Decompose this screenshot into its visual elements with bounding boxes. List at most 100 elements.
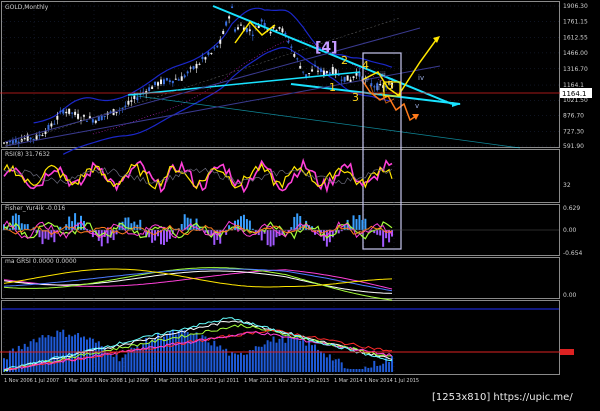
fisher-histogram-bar [15,213,17,230]
candle-body [231,6,233,7]
candle-body [71,113,73,114]
wave-label-2: 2 [341,54,348,67]
indicator4-histogram-bar [335,359,337,372]
candle-body [151,87,153,89]
indicator4-histogram-bar [56,331,58,372]
indicator4-histogram-bar [391,356,393,372]
time-axis: 1 Nov 20061 Jul 20071 Mar 20081 Nov 2008… [4,378,419,384]
indicator4-histogram-bar [127,351,129,372]
fisher-histogram-bar [151,230,153,243]
indicator4-histogram-bar [219,345,221,372]
candle-body [190,68,192,69]
candle-body [65,112,67,113]
wave-label-iii: iii [380,71,386,79]
wave-label-iv: iv [418,74,424,82]
candle-body [216,46,218,48]
indicator4-histogram-bar [240,353,242,372]
candle-body [225,22,227,26]
indicator4-histogram-bar [284,343,286,372]
candle-body [252,35,254,36]
candle-body [130,100,132,102]
chart-svg: 1906.301761.151612.551466.001316.701164.… [0,0,600,407]
candle-body [83,115,85,117]
candle-body [74,112,76,115]
wave-label-3: 3 [352,91,359,104]
indicator4-histogram-bar [204,336,206,372]
indicator4-histogram-bar [326,357,328,372]
fisher-histogram-bar [154,230,156,241]
indicator4-histogram-bar [355,369,357,372]
indicator4-histogram-bar [293,337,295,372]
indicator4-histogram-bar [160,339,162,372]
rsi-label: RSI(8) 31.7632 [5,151,50,158]
indicator4-histogram-bar [317,350,319,372]
candle-body [213,48,215,49]
fisher-scale-top: 0.629 [563,205,580,212]
indicator4-histogram-bar [278,339,280,372]
candle-body [101,116,103,120]
indicator4-histogram-bar [314,345,316,372]
candle-body [344,77,346,82]
indicator4-histogram-bar [350,369,352,372]
candle-body [59,111,61,112]
candle-body [314,65,316,66]
indicator4-histogram-bar [237,355,239,372]
candle-body [6,142,8,143]
indicator4-histogram-bar [267,340,269,372]
wave-box-label: [4] [315,40,338,56]
indicator4-histogram-bar [347,369,349,372]
indicator4-histogram-bar [332,360,334,372]
indicator4-histogram-bar [379,365,381,372]
candle-body [341,80,343,81]
candle-body [278,27,280,29]
candle-body [47,125,49,130]
wave-label-1: 1 [329,81,336,94]
indicator4-histogram-bar [33,339,35,372]
candle-body [127,101,129,105]
candle-body [311,69,313,71]
indicator4-histogram-bar [246,354,248,372]
indicator4-histogram-bar [358,369,360,372]
indicator4-histogram-bar [299,341,301,372]
fisher-histogram-bar [249,221,251,230]
indicator4-histogram-bar [27,347,29,372]
candle-body [332,67,334,74]
indicator4-histogram-bar [101,346,103,372]
candle-body [320,69,322,72]
indicator4-histogram-bar [382,364,384,372]
fisher-histogram-bar [364,219,366,230]
indicator4-histogram-bar [175,335,177,372]
candle-body [136,97,138,100]
candle-body [175,79,177,80]
candle-body [30,138,32,140]
indicator4-level-tag [560,349,574,355]
indicator4-histogram-bar [181,330,183,372]
indicator3-label: ma GRSI 0.0000 0.0000 [5,258,77,265]
price-scale-label: 1612.55 [563,34,588,41]
candle-body [258,26,260,28]
indicator4-histogram-bar [151,340,153,372]
indicator4-histogram-bar [373,361,375,372]
candle-body [353,76,355,78]
indicator4-histogram-bar [353,369,355,372]
indicator4-histogram-bar [42,335,44,372]
time-axis-label: 1 Nov 2014 [364,378,393,384]
candle-body [302,72,304,73]
time-axis-label: 1 Mar 2010 [154,378,183,384]
fisher-histogram-bar [379,230,381,235]
candle-body [290,46,292,47]
fisher-histogram-bar [267,230,269,245]
indicator4-histogram-bar [228,356,230,372]
indicator4-histogram-bar [243,355,245,372]
candle-body [199,64,201,65]
fisher-histogram-bar [184,214,186,230]
indicator4-histogram-bar [302,339,304,372]
indicator4-histogram-bar [39,338,41,372]
candle-body [169,80,171,82]
fisher-histogram-bar [261,230,263,240]
indicator4-histogram-bar [110,355,112,372]
wave-label-i: i [366,76,368,84]
indicator4-histogram-bar [361,369,363,372]
indicator4-histogram-bar [199,340,201,372]
indicator4-histogram-bar [367,368,369,372]
